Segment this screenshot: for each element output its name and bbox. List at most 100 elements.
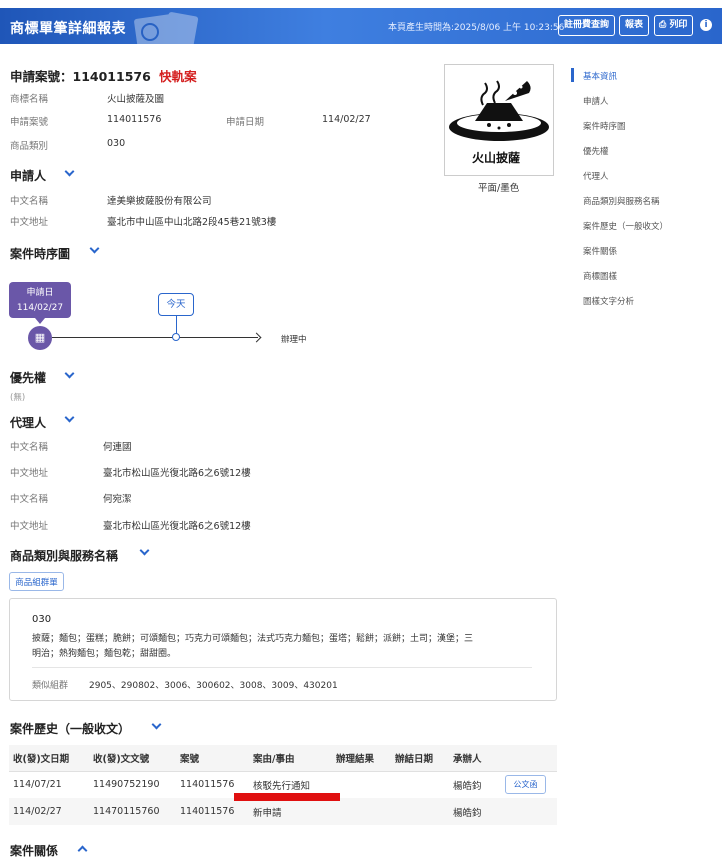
similar-group-value: 2905、290802、3006、300602、3008、3009、430201	[89, 681, 338, 691]
today-marker: 今天	[158, 293, 194, 316]
history-officer: 楊皓鈞	[453, 780, 482, 792]
history-date: 114/02/27	[9, 798, 89, 825]
nav-item-applicant[interactable]: 申請人	[583, 95, 609, 107]
history-table: 收(發)文日期 收(發)文文號 案號 案由/事由 辦理結果 辦結日期 承辦人 1…	[9, 745, 557, 825]
history-end-date	[391, 798, 449, 825]
agent-name-label: 中文名稱	[10, 442, 49, 453]
agent-heading: 代理人	[10, 416, 47, 430]
applicant-address: 臺北市中山區中山北路2段45巷21號3樓	[107, 217, 277, 228]
history-result	[332, 771, 391, 798]
app-date-value: 114/02/27	[322, 114, 371, 125]
goods-heading: 商品類別與服務名稱	[10, 549, 119, 563]
official-letter-button[interactable]: 公文函	[505, 775, 546, 795]
logo-caption: 平面/墨色	[478, 183, 520, 194]
chevron-down-icon[interactable]	[151, 719, 162, 730]
printer-icon: ⎙	[659, 20, 670, 30]
application-title-prefix: 申請案號：	[10, 69, 73, 84]
column-header: 辦結日期	[391, 745, 449, 772]
trademark-name-label: 商標名稱	[10, 94, 49, 105]
application-number: 114011576	[72, 69, 151, 84]
goods-group-button[interactable]: 商品組群單	[9, 572, 64, 591]
history-action-cell: 公文函	[501, 771, 557, 798]
calendar-icon: ▦	[28, 326, 52, 350]
history-date: 114/07/21	[13, 779, 62, 791]
history-case: 114011576	[176, 798, 249, 825]
page-title: 商標單筆詳細報表	[10, 21, 126, 37]
nav-item-history[interactable]: 案件歷史（一般收文）	[583, 220, 668, 232]
nav-item-goods[interactable]: 商品類別與服務名稱	[583, 195, 660, 207]
column-header: 收(發)文日期	[9, 745, 89, 772]
print-button[interactable]: ⎙ 列印	[654, 15, 694, 36]
document-seal-icon	[134, 12, 199, 44]
top-bar: 商標單筆詳細報表 本頁產生時間為:2025/8/06 上午 10:23:56 註…	[0, 8, 722, 44]
timeline-start-date: 114/02/27	[16, 303, 64, 313]
agent-name: 何宛潔	[103, 494, 132, 505]
table-row: 114/02/27 11470115760 114011576 新申請 楊皓鈞	[9, 798, 557, 825]
history-officer: 楊皓鈞	[449, 798, 501, 825]
nav-item-relation[interactable]: 案件關係	[583, 245, 617, 257]
today-dot	[172, 333, 180, 341]
nav-item-timeline[interactable]: 案件時序圖	[583, 120, 626, 132]
app-no-label: 申請案號	[10, 117, 49, 128]
fast-track-badge: 快軌案	[159, 69, 197, 84]
history-reason: 新申請	[249, 798, 332, 825]
applicant-address-label: 中文地址	[10, 217, 49, 228]
agent-name: 何連國	[103, 442, 132, 453]
divider	[32, 667, 532, 668]
column-header: 承辦人	[449, 745, 501, 772]
chevron-down-icon[interactable]	[139, 545, 150, 556]
agent-address-label: 中文地址	[10, 521, 49, 532]
similar-group-label: 類似組群	[32, 681, 69, 691]
chevron-down-icon[interactable]	[64, 412, 75, 423]
chevron-up-icon[interactable]	[77, 845, 88, 856]
chevron-down-icon[interactable]	[89, 243, 100, 254]
timeline-axis	[52, 337, 258, 338]
priority-value: (無)	[10, 393, 26, 403]
timeline-status: 辦理中	[281, 335, 307, 345]
history-result	[332, 798, 391, 825]
app-date-label: 申請日期	[226, 117, 265, 128]
history-doc: 11470115760	[89, 798, 176, 825]
timeline-arrow-icon	[251, 332, 262, 343]
fee-query-button[interactable]: 註冊費查詢	[558, 15, 616, 36]
chevron-down-icon[interactable]	[64, 368, 75, 379]
logo-text: 火山披薩	[472, 151, 521, 165]
info-icon[interactable]: i	[700, 19, 712, 31]
table-header-row: 收(發)文日期 收(發)文文號 案號 案由/事由 辦理結果 辦結日期 承辦人	[9, 745, 557, 772]
applicant-heading: 申請人	[10, 169, 47, 183]
nav-item-agent[interactable]: 代理人	[583, 170, 609, 182]
history-doc: 11490752190	[93, 779, 160, 791]
goods-items-line2: 明治；熱狗麵包；麵包乾；甜甜圈。	[32, 649, 177, 659]
agent-address: 臺北市松山區光復北路6之6號12樓	[103, 468, 251, 479]
trademark-image: 火山披薩	[444, 64, 554, 176]
print-button-label: 列印	[669, 20, 688, 30]
highlight-annotation	[234, 793, 340, 801]
priority-heading: 優先權	[10, 371, 47, 385]
nav-item-text-analysis[interactable]: 圖樣文字分析	[583, 295, 634, 307]
timeline-start-label: 申請日	[26, 288, 54, 298]
column-header: 案由/事由	[249, 745, 332, 772]
timeline-start-bubble: 申請日 114/02/27	[9, 282, 71, 324]
history-heading: 案件歷史（一般收文）	[10, 722, 131, 736]
nav-item-trademark-image[interactable]: 商標圖樣	[583, 270, 617, 282]
report-button[interactable]: 報表	[619, 15, 650, 36]
goods-card: 030 披薩；麵包；蛋糕；脆餅；可頌麵包；巧克力可頌麵包；法式巧克力麵包；蛋塔；…	[9, 598, 557, 701]
chevron-down-icon[interactable]	[64, 166, 75, 177]
column-header: 案號	[176, 745, 249, 772]
timeline-heading: 案件時序圖	[10, 247, 71, 261]
nav-item-basic-info[interactable]: 基本資訊	[583, 70, 617, 82]
column-header	[501, 745, 557, 772]
agent-address: 臺北市松山區光復北路6之6號12樓	[103, 521, 251, 532]
history-end-date	[391, 771, 449, 798]
application-heading: 申請案號：114011576 快軌案	[10, 66, 197, 85]
applicant-name-label: 中文名稱	[10, 196, 49, 207]
generated-time: 本頁產生時間為:2025/8/06 上午 10:23:56	[388, 23, 565, 33]
trademark-name-value: 火山披薩及圖	[107, 94, 165, 105]
class-value: 030	[107, 138, 126, 149]
class-label: 商品類別	[10, 141, 49, 152]
nav-item-priority[interactable]: 優先權	[583, 145, 609, 157]
goods-items-line1: 披薩；麵包；蛋糕；脆餅；可頌麵包；巧克力可頌麵包；法式巧克力麵包；蛋塔；鬆餅；派…	[32, 634, 474, 644]
agent-address-label: 中文地址	[10, 468, 49, 479]
today-stem	[176, 316, 177, 334]
agent-name-label: 中文名稱	[10, 494, 49, 505]
